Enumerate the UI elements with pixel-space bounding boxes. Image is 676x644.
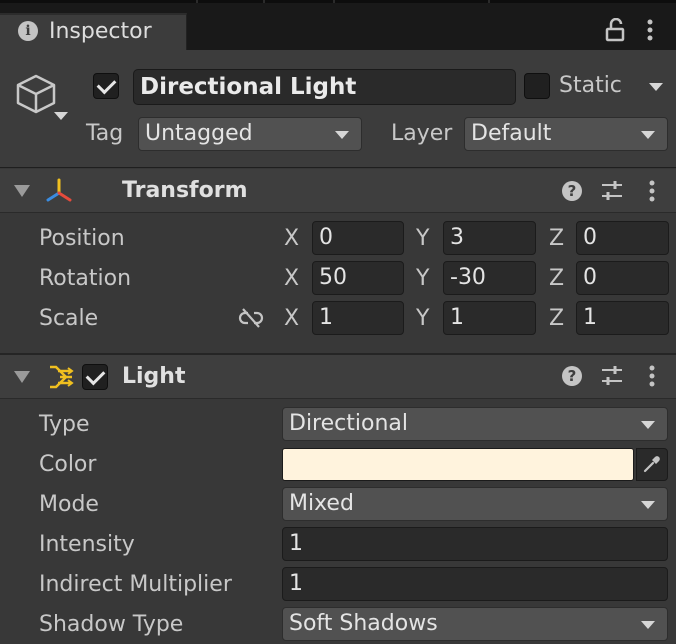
preset-sliders-icon[interactable] — [600, 180, 624, 202]
rotation-z-field[interactable]: 0 — [576, 261, 669, 295]
shadow-type-dropdown[interactable]: Soft Shadows — [282, 607, 668, 641]
position-z-label[interactable]: Z — [549, 224, 564, 254]
intensity-label: Intensity — [39, 532, 135, 557]
indirect-multiplier-label: Indirect Multiplier — [39, 572, 232, 597]
static-label: Static — [559, 73, 622, 98]
mode-label: Mode — [39, 492, 99, 517]
position-y-label[interactable]: Y — [416, 224, 429, 254]
transform-axes-icon — [46, 178, 72, 202]
layer-label: Layer — [391, 121, 453, 146]
top-strip-separator — [488, 0, 490, 3]
rotation-y-field[interactable]: -30 — [443, 261, 536, 295]
light-enabled-checkbox[interactable] — [82, 364, 108, 390]
color-swatch-field[interactable] — [282, 448, 634, 481]
gameobject-cube-icon[interactable] — [14, 72, 58, 116]
static-dropdown-caret[interactable] — [649, 83, 663, 91]
scale-x-field[interactable]: 1 — [312, 301, 404, 335]
lock-icon[interactable] — [604, 18, 626, 42]
scale-y-field[interactable]: 1 — [443, 301, 536, 335]
position-x-field[interactable]: 0 — [312, 221, 404, 255]
indirect-multiplier-field[interactable]: 1 — [282, 567, 668, 601]
unlinked-scale-icon[interactable] — [238, 307, 264, 329]
tab-inspector-label: Inspector — [49, 19, 152, 44]
top-strip-separator — [333, 0, 335, 3]
chevron-down-icon — [335, 131, 349, 139]
position-y-field[interactable]: 3 — [443, 221, 536, 255]
color-label: Color — [39, 452, 97, 477]
chevron-down-icon — [641, 421, 655, 429]
rotation-x-label[interactable]: X — [284, 264, 299, 294]
window-top-strip — [0, 0, 676, 3]
transform-foldout-arrow[interactable] — [14, 185, 30, 197]
scale-z-field[interactable]: 1 — [576, 301, 669, 335]
tag-dropdown[interactable]: Untagged — [138, 117, 362, 151]
scale-y-label[interactable]: Y — [416, 304, 429, 334]
chevron-down-icon — [641, 131, 655, 139]
rotation-z-label[interactable]: Z — [549, 264, 564, 294]
intensity-field[interactable]: 1 — [282, 527, 668, 561]
static-checkbox[interactable] — [524, 73, 550, 99]
position-label: Position — [39, 226, 125, 251]
tag-label: Tag — [86, 121, 124, 146]
info-icon: i — [18, 21, 38, 41]
eyedropper-icon — [643, 456, 660, 473]
tag-value: Untagged — [145, 121, 253, 146]
rotation-y-label[interactable]: Y — [416, 264, 429, 294]
position-x-label[interactable]: X — [284, 224, 299, 254]
mode-value: Mixed — [289, 491, 354, 516]
directional-light-icon — [50, 365, 74, 389]
component-menu-icon[interactable] — [646, 179, 658, 203]
help-icon[interactable]: ? — [562, 366, 582, 386]
more-options-icon[interactable] — [644, 18, 656, 42]
rotation-label: Rotation — [39, 266, 132, 291]
top-strip-separator — [263, 0, 265, 3]
mode-dropdown[interactable]: Mixed — [282, 487, 668, 521]
type-value: Directional — [289, 411, 408, 436]
icon-dropdown-caret[interactable] — [54, 112, 68, 120]
chevron-down-icon — [641, 501, 655, 509]
scale-z-label[interactable]: Z — [549, 304, 564, 334]
gameobject-active-checkbox[interactable] — [93, 73, 119, 99]
shadow-type-value: Soft Shadows — [289, 611, 438, 636]
position-z-field[interactable]: 0 — [576, 221, 669, 255]
gameobject-name-field[interactable]: Directional Light — [133, 69, 516, 105]
scale-x-label[interactable]: X — [284, 304, 299, 334]
component-menu-icon[interactable] — [646, 364, 658, 388]
light-title: Light — [122, 364, 186, 389]
help-icon[interactable]: ? — [562, 181, 582, 201]
scale-label: Scale — [39, 306, 99, 331]
light-foldout-arrow[interactable] — [14, 371, 30, 383]
top-strip-separator — [196, 0, 198, 3]
preset-sliders-icon[interactable] — [600, 365, 624, 387]
transform-title: Transform — [122, 178, 248, 203]
eyedropper-button[interactable] — [636, 448, 668, 481]
layer-value: Default — [471, 121, 552, 146]
chevron-down-icon — [641, 621, 655, 629]
rotation-x-field[interactable]: 50 — [312, 261, 404, 295]
type-dropdown[interactable]: Directional — [282, 407, 668, 441]
layer-dropdown[interactable]: Default — [464, 117, 668, 151]
shadow-type-label: Shadow Type — [39, 612, 184, 637]
type-label: Type — [39, 412, 90, 437]
